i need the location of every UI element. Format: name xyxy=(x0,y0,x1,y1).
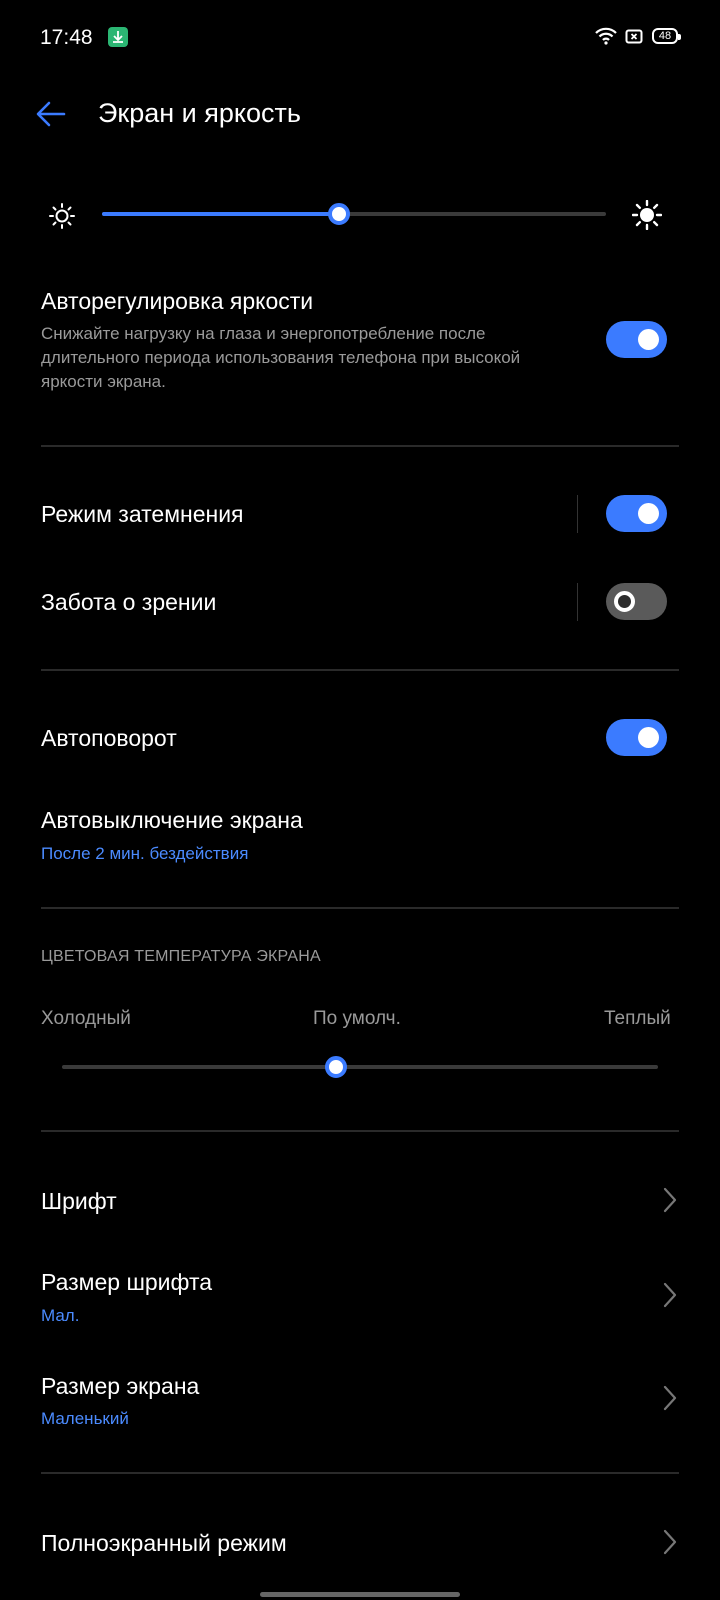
brightness-low-icon xyxy=(48,202,76,235)
cold-label: Холодный xyxy=(41,1008,131,1029)
sim-icon xyxy=(625,29,645,50)
chevron-right-icon xyxy=(662,1186,678,1219)
color-temperature-slider[interactable] xyxy=(62,1056,658,1078)
brightness-slider-fill xyxy=(102,212,339,216)
fullscreen-mode-title[interactable]: Полноэкранный режим xyxy=(41,1530,287,1557)
toggle-knob xyxy=(638,503,659,524)
battery-indicator: 48 xyxy=(652,28,681,44)
eye-care-toggle[interactable] xyxy=(606,583,667,620)
brightness-slider-thumb[interactable] xyxy=(327,203,350,225)
toggle-knob xyxy=(638,329,659,350)
font-title[interactable]: Шрифт xyxy=(41,1188,117,1215)
font-size-title[interactable]: Размер шрифта xyxy=(41,1269,212,1296)
brightness-slider[interactable] xyxy=(102,203,606,225)
screen-size-value: Маленький xyxy=(41,1409,129,1428)
dark-mode-toggle[interactable] xyxy=(606,495,667,532)
color-temperature-slider-thumb[interactable] xyxy=(325,1056,348,1078)
screen-timeout-title[interactable]: Автовыключение экрана xyxy=(41,807,303,834)
chevron-right-icon xyxy=(662,1281,678,1314)
eye-care-title[interactable]: Забота о зрении xyxy=(41,589,216,616)
vertical-separator xyxy=(577,495,578,533)
vertical-separator xyxy=(577,583,578,621)
dark-mode-title[interactable]: Режим затемнения xyxy=(41,501,244,528)
color-temperature-section-label: ЦВЕТОВАЯ ТЕМПЕРАТУРА ЭКРАНА xyxy=(41,948,321,965)
page-title: Экран и яркость xyxy=(98,98,301,128)
wifi-icon xyxy=(594,26,618,51)
brightness-high-icon xyxy=(631,199,663,235)
chevron-right-icon xyxy=(662,1384,678,1417)
screen-size-title[interactable]: Размер экрана xyxy=(41,1373,199,1400)
chevron-right-icon xyxy=(662,1528,678,1561)
auto-brightness-toggle[interactable] xyxy=(606,321,667,358)
auto-rotate-toggle[interactable] xyxy=(606,719,667,756)
default-label: По умолч. xyxy=(313,1008,401,1029)
warm-label: Теплый xyxy=(604,1008,671,1029)
divider xyxy=(41,445,679,447)
auto-brightness-description: Снижайте нагрузку на глаза и энергопотре… xyxy=(41,324,521,391)
status-time: 17:48 xyxy=(40,26,93,49)
toggle-knob xyxy=(638,727,659,748)
back-arrow-icon[interactable] xyxy=(36,100,66,133)
screen-timeout-value: После 2 мин. бездействия xyxy=(41,844,249,863)
home-indicator[interactable] xyxy=(260,1592,460,1597)
divider xyxy=(41,1130,679,1132)
auto-brightness-title: Авторегулировка яркости xyxy=(41,288,314,314)
download-notification-icon xyxy=(108,27,128,47)
divider xyxy=(41,907,679,909)
auto-rotate-title[interactable]: Автоповорот xyxy=(41,725,177,752)
toggle-knob xyxy=(614,591,635,612)
divider xyxy=(41,1472,679,1474)
font-size-value: Мал. xyxy=(41,1306,80,1325)
color-temperature-slider-track xyxy=(62,1065,658,1069)
divider xyxy=(41,669,679,671)
